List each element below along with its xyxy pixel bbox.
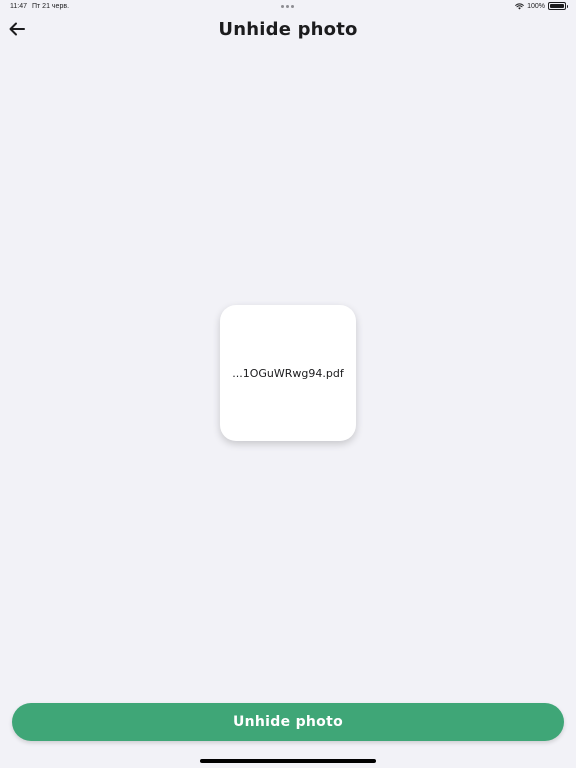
status-date: Пт 21 черв.: [32, 3, 70, 10]
status-bar: 11:47 Пт 21 черв. 100%: [0, 0, 576, 14]
battery-icon: [548, 2, 568, 10]
unhide-photo-button[interactable]: Unhide photo: [12, 703, 564, 741]
file-name: ...1OGuWRwg94.pdf: [232, 366, 344, 380]
navigation-bar: Unhide photo: [0, 14, 576, 46]
page-title: Unhide photo: [218, 19, 358, 40]
wifi-icon: [515, 2, 524, 9]
status-time: 11:47: [10, 3, 27, 10]
file-card[interactable]: ...1OGuWRwg94.pdf: [220, 305, 356, 441]
home-indicator[interactable]: [200, 759, 376, 763]
status-indicators: 100%: [515, 2, 568, 10]
battery-percent: 100%: [527, 2, 545, 10]
multitasking-dots-icon[interactable]: [281, 5, 294, 8]
